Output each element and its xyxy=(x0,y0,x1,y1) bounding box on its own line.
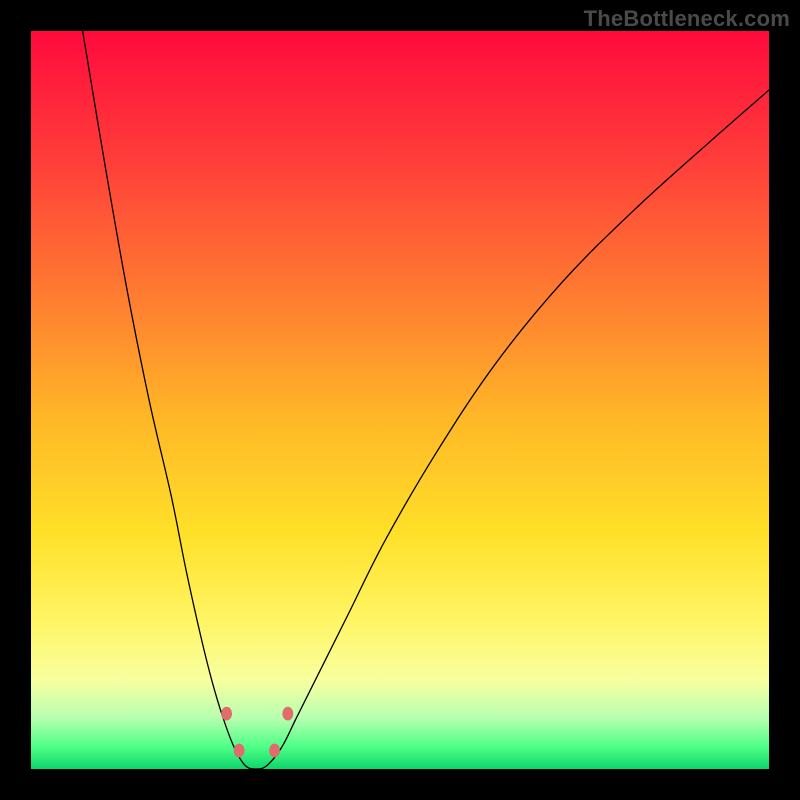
plot-area xyxy=(31,31,769,769)
chart-svg xyxy=(31,31,769,769)
chart-frame: TheBottleneck.com xyxy=(0,0,800,800)
curve-line xyxy=(83,31,769,769)
marker-right-lower xyxy=(269,744,280,758)
marker-left-upper xyxy=(221,707,232,721)
markers-group xyxy=(221,707,293,758)
marker-left-lower xyxy=(234,744,245,758)
marker-right-upper xyxy=(282,707,293,721)
watermark-text: TheBottleneck.com xyxy=(584,6,790,32)
